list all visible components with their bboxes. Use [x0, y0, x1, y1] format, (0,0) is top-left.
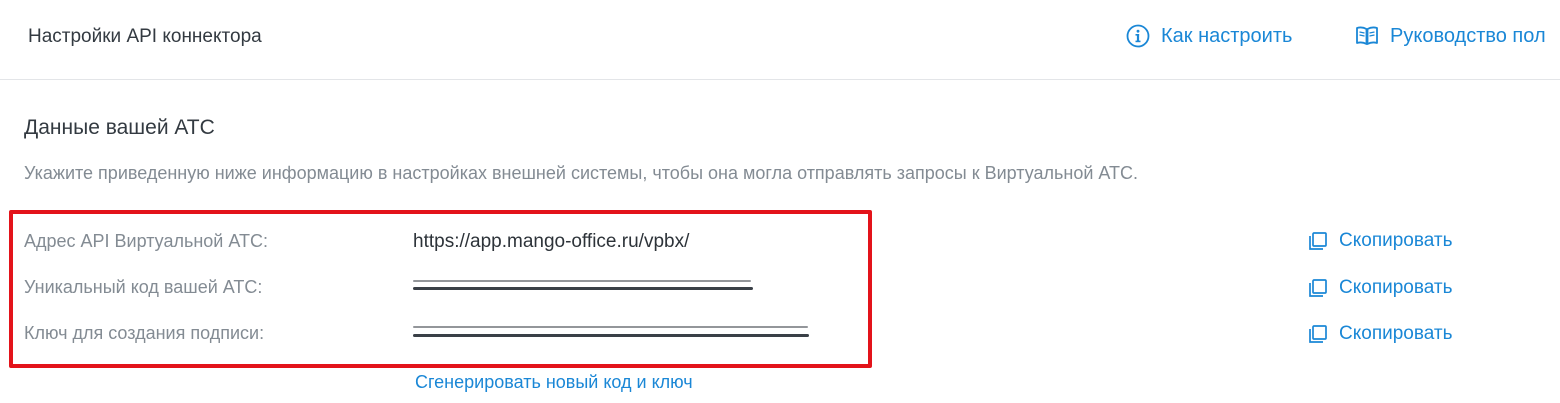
copy-signature-key-button[interactable]: Скопировать — [1308, 323, 1452, 345]
copy-icon — [1308, 231, 1328, 251]
redaction-stroke — [413, 326, 808, 328]
copy-api-address-button[interactable]: Скопировать — [1308, 230, 1452, 252]
how-to-setup-label: Как настроить — [1161, 24, 1293, 47]
copy-unique-code-button[interactable]: Скопировать — [1308, 277, 1452, 299]
redaction-stroke — [413, 287, 753, 290]
unique-code-label: Уникальный код вашей АТС: — [24, 277, 263, 297]
page-title: Настройки API коннектора — [28, 26, 262, 47]
unique-code-value-masked — [413, 277, 813, 299]
api-connector-settings-page: Настройки API коннектора Как настроить Р… — [0, 0, 1560, 403]
section-description: Укажите приведенную ниже информацию в на… — [24, 163, 1138, 183]
api-address-label: Адрес API Виртуальной АТС: — [24, 231, 268, 251]
info-icon — [1126, 24, 1150, 48]
page-header: Настройки API коннектора Как настроить Р… — [0, 0, 1560, 80]
copy-icon — [1308, 324, 1328, 344]
copy-icon — [1308, 278, 1328, 298]
section-title: Данные вашей АТС — [24, 116, 215, 139]
api-address-value: https://app.mango-office.ru/vpbx/ — [413, 231, 690, 252]
copy-label: Скопировать — [1339, 277, 1453, 298]
user-guide-label: Руководство пол — [1390, 24, 1546, 47]
signature-key-value-masked — [413, 323, 813, 345]
generate-new-code-link[interactable]: Сгенерировать новый код и ключ — [415, 372, 693, 393]
signature-key-label: Ключ для создания подписи: — [24, 323, 265, 343]
redaction-stroke — [413, 334, 809, 337]
copy-label: Скопировать — [1339, 230, 1453, 251]
user-guide-link[interactable]: Руководство пол — [1355, 24, 1546, 48]
how-to-setup-link[interactable]: Как настроить — [1126, 24, 1292, 48]
book-icon — [1355, 24, 1379, 48]
redaction-stroke — [413, 280, 751, 282]
copy-label: Скопировать — [1339, 323, 1453, 344]
